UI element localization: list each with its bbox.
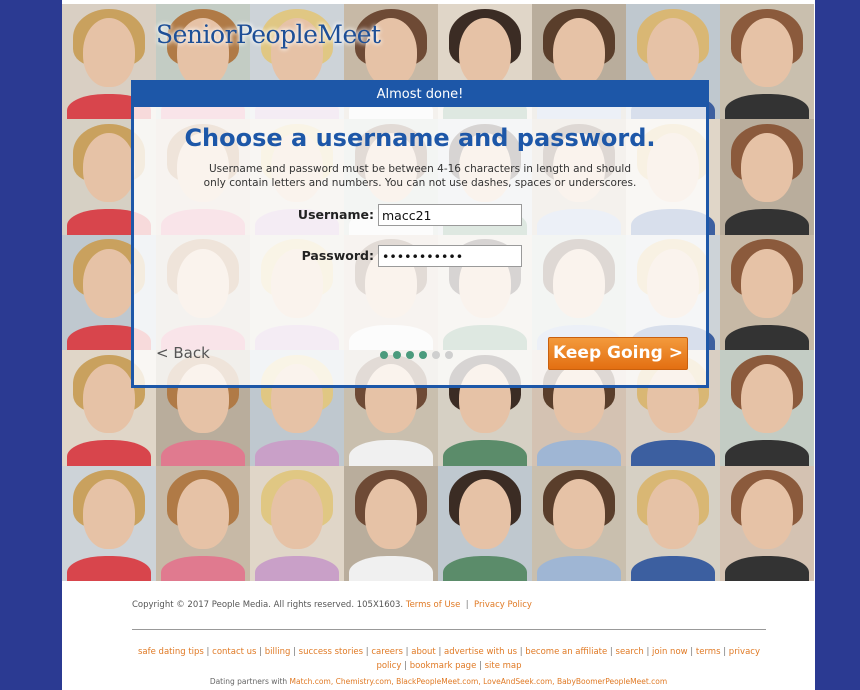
progress-dot (393, 351, 401, 359)
member-photo (720, 350, 814, 466)
separator: | (463, 600, 472, 610)
footer-nav-links: safe dating tips | contact us | billing … (132, 645, 766, 673)
progress-dot (406, 351, 414, 359)
password-label: Password: (301, 248, 374, 263)
member-photo (438, 465, 532, 581)
signup-modal: Almost done! Choose a username and passw… (131, 80, 709, 388)
back-link[interactable]: < Back (156, 344, 210, 362)
footer-link[interactable]: join now (652, 647, 688, 657)
member-photo (344, 465, 438, 581)
separator: | (643, 647, 653, 657)
footer-link[interactable]: become an affiliate (525, 647, 607, 657)
password-input[interactable] (378, 245, 522, 267)
keep-going-button[interactable]: Keep Going > (548, 337, 688, 370)
partner-link[interactable]: LoveAndSeek.com, (483, 677, 557, 686)
progress-dot (432, 351, 440, 359)
modal-header: Almost done! (134, 83, 706, 107)
footer-link[interactable]: contact us (212, 647, 256, 657)
partner-link[interactable]: Match.com, (290, 677, 336, 686)
footer-link[interactable]: success stories (299, 647, 363, 657)
footer-link[interactable]: careers (371, 647, 403, 657)
partner-link[interactable]: BabyBoomerPeopleMeet.com (557, 677, 667, 686)
progress-dot (419, 351, 427, 359)
separator: | (720, 647, 729, 657)
member-photo (156, 465, 250, 581)
member-photo (720, 4, 814, 120)
separator: | (476, 661, 485, 671)
modal-title: Choose a username and password. (184, 124, 656, 152)
footer-link[interactable]: search (616, 647, 644, 657)
copyright-text: Copyright © 2017 People Media. All right… (132, 600, 404, 610)
privacy-policy-link[interactable]: Privacy Policy (474, 600, 532, 610)
separator: | (435, 647, 445, 657)
username-row: Username: (134, 204, 706, 228)
member-photo (532, 465, 626, 581)
member-photo (720, 119, 814, 235)
footer-link[interactable]: site map (485, 661, 522, 671)
separator: | (607, 647, 616, 657)
terms-of-use-link[interactable]: Terms of Use (406, 600, 461, 610)
footer-link[interactable]: about (411, 647, 436, 657)
footer-divider (132, 629, 766, 630)
dating-partners: Dating partners with Match.com, Chemistr… (62, 677, 815, 686)
username-input[interactable] (378, 204, 522, 226)
separator: | (290, 647, 299, 657)
site-logo[interactable]: SeniorPeopleMeet (156, 20, 381, 49)
password-row: Password: (134, 245, 706, 269)
progress-dot (380, 351, 388, 359)
modal-description: Username and password must be between 4-… (203, 163, 637, 189)
copyright: Copyright © 2017 People Media. All right… (132, 600, 532, 610)
page: SeniorPeopleMeet Almost done! Choose a u… (62, 0, 815, 690)
username-label: Username: (297, 207, 374, 222)
partners-prefix: Dating partners with (209, 677, 290, 686)
member-photo (250, 465, 344, 581)
separator: | (401, 661, 410, 671)
separator: | (402, 647, 412, 657)
footer-link[interactable]: terms (696, 647, 721, 657)
member-photo (62, 465, 156, 581)
partner-link[interactable]: BlackPeopleMeet.com, (396, 677, 483, 686)
member-photo (720, 465, 814, 581)
footer-link[interactable]: advertise with us (444, 647, 517, 657)
member-photo (626, 465, 720, 581)
separator: | (256, 647, 265, 657)
partner-link[interactable]: Chemistry.com, (336, 677, 396, 686)
member-photo (720, 234, 814, 351)
footer-link[interactable]: bookmark page (410, 661, 477, 671)
separator: | (203, 647, 213, 657)
footer-link[interactable]: billing (265, 647, 291, 657)
footer-link[interactable]: safe dating tips (138, 647, 204, 657)
progress-dot (445, 351, 453, 359)
separator: | (687, 647, 696, 657)
progress-dots (380, 351, 453, 359)
footer: Copyright © 2017 People Media. All right… (62, 581, 815, 690)
